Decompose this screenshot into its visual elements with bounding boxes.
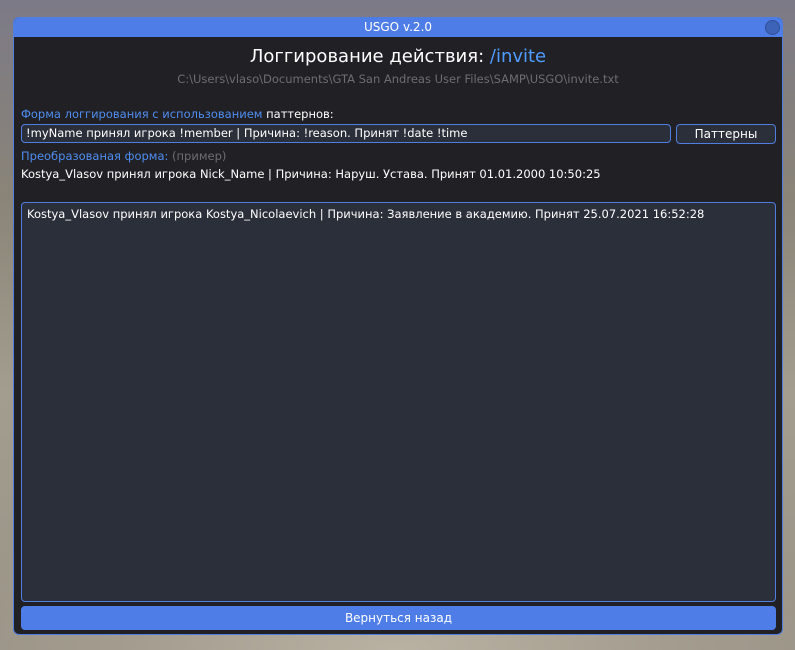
pattern-form-label-white: паттернов: (262, 107, 334, 121)
pattern-form-label-blue: Форма логгирования с использованием (21, 107, 263, 121)
usgo-window: USGO v.2.0 Логгирование действия: /invit… (13, 17, 783, 635)
pattern-input[interactable]: !myName принял игрока !member | Причина:… (21, 124, 671, 143)
converted-label-blue: Преобразованая форма: (21, 149, 169, 163)
log-entry: Kostya_Vlasov принял игрока Kostya_Nicol… (27, 207, 705, 221)
title-bar[interactable]: USGO v.2.0 (14, 18, 782, 37)
log-textarea[interactable]: Kostya_Vlasov принял игрока Kostya_Nicol… (21, 202, 776, 602)
close-icon[interactable] (765, 20, 780, 35)
converted-example: Kostya_Vlasov принял игрока Nick_Name | … (21, 167, 601, 181)
converted-form-label: Преобразованая форма: (пример) (21, 149, 226, 163)
page-heading: Логгирование действия: /invite (14, 46, 782, 67)
patterns-button[interactable]: Паттерны (676, 124, 776, 144)
heading-prefix: Логгирование действия: (249, 46, 490, 67)
pattern-form-label: Форма логгирования с использованием патт… (21, 107, 334, 121)
heading-command: /invite (489, 46, 547, 67)
window-title: USGO v.2.0 (363, 20, 433, 34)
converted-label-grey: (пример) (168, 149, 227, 163)
back-button[interactable]: Вернуться назад (21, 606, 776, 630)
file-path: C:\Users\vlaso\Documents\GTA San Andreas… (177, 72, 619, 86)
